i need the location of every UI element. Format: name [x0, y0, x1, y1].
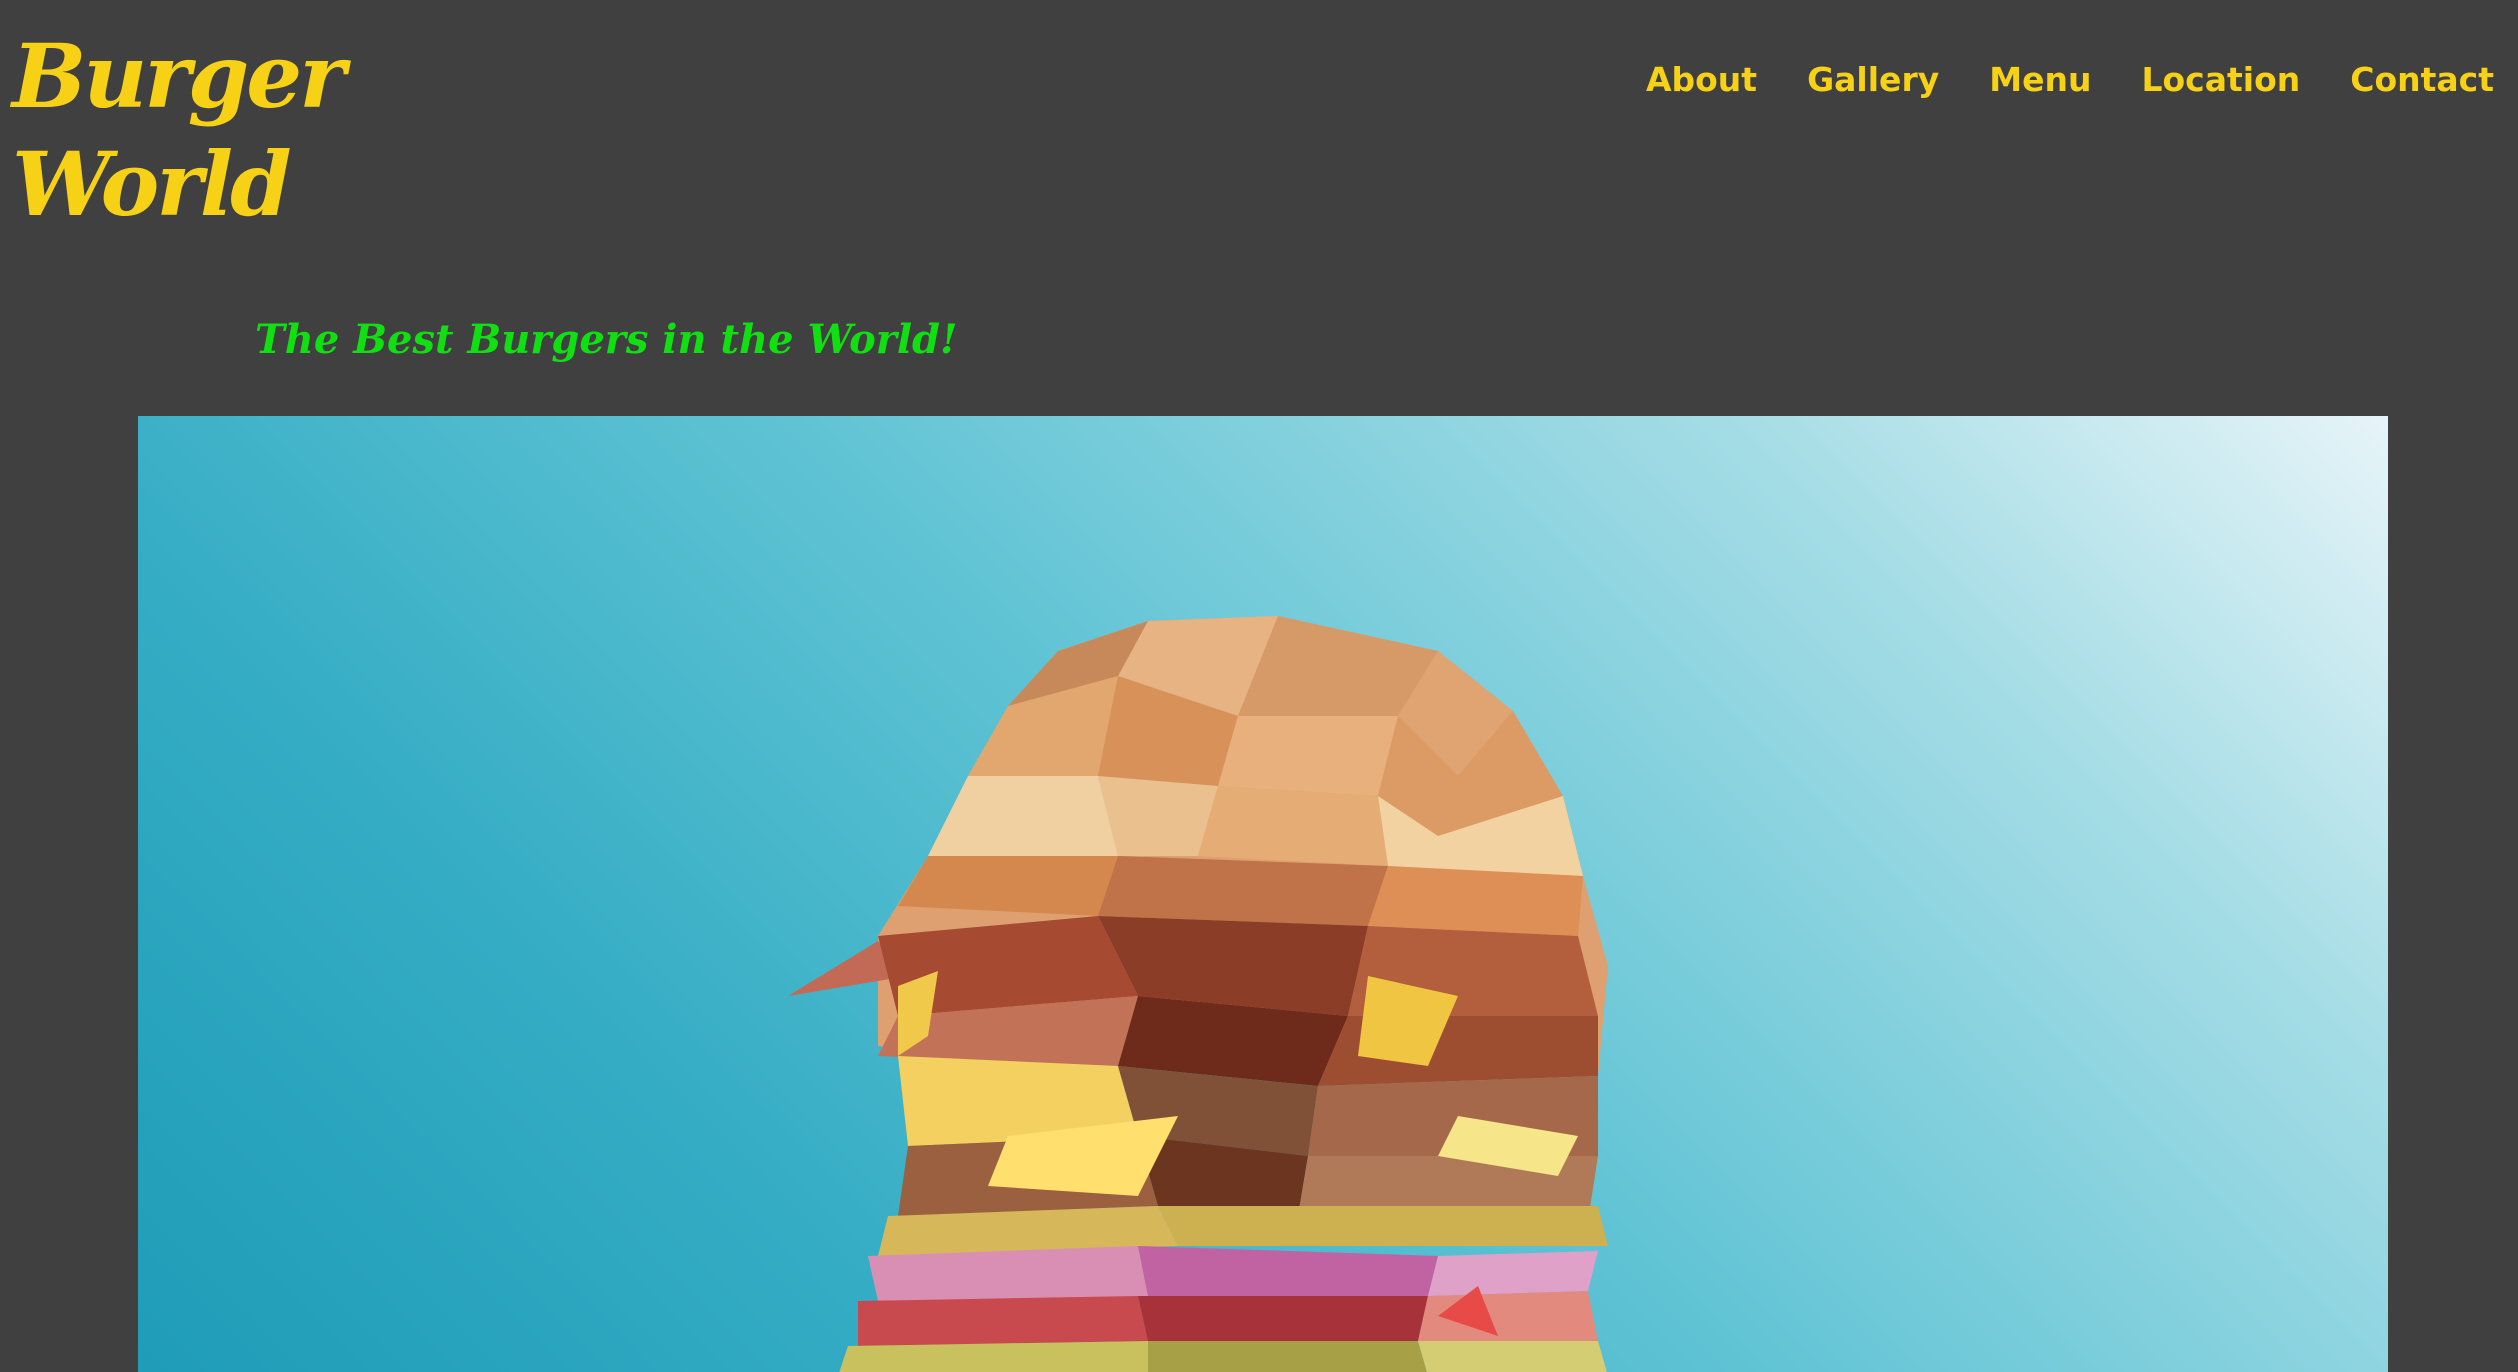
nav-link-about[interactable]: About — [1646, 58, 1757, 102]
logo-line-2: World — [12, 132, 292, 236]
tagline: The Best Burgers in the World! — [255, 316, 958, 363]
site-logo[interactable]: Burger World — [12, 22, 346, 238]
nav-link-menu[interactable]: Menu — [1989, 58, 2091, 102]
hero-image — [138, 416, 2388, 1372]
nav-link-location[interactable]: Location — [2141, 58, 2300, 102]
site-header: Burger World About Gallery Menu Location… — [0, 0, 2518, 260]
main-nav: About Gallery Menu Location Contact — [1646, 58, 2494, 102]
nav-link-contact[interactable]: Contact — [2350, 58, 2494, 102]
logo-line-1: Burger — [12, 24, 346, 128]
low-poly-burger-illustration — [788, 616, 1608, 1372]
nav-link-gallery[interactable]: Gallery — [1807, 58, 1939, 102]
